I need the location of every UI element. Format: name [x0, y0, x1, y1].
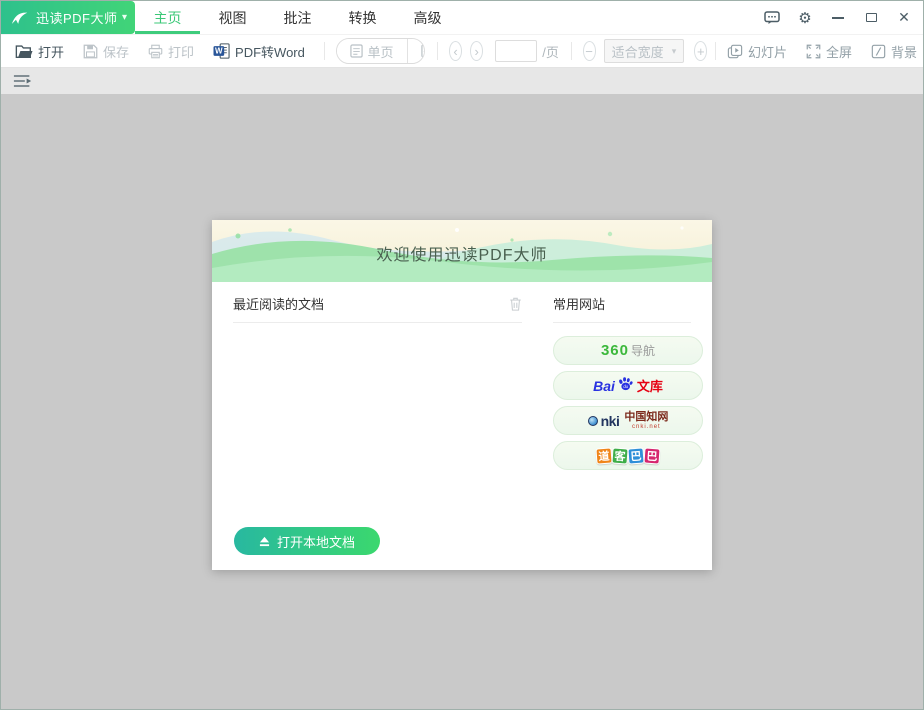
save-icon [83, 44, 98, 58]
baidu-paw-icon: du [619, 376, 633, 390]
settings-button[interactable]: ⚙ [792, 5, 818, 31]
chevron-right-icon: › [474, 43, 479, 59]
doc88-tile: 道 [595, 446, 613, 465]
app-logo-icon [11, 12, 28, 24]
site-button-cnki[interactable]: nki 中国知网 cnki.net [553, 406, 703, 435]
single-page-icon [349, 44, 363, 58]
tab-annotate[interactable]: 批注 [265, 1, 330, 34]
chevron-left-icon: ‹ [453, 43, 458, 59]
doc88-tile: 巴 [627, 446, 645, 465]
zoom-out-button[interactable]: − [582, 41, 596, 61]
plus-icon: + [696, 43, 705, 59]
maximize-button[interactable] [858, 5, 884, 31]
feedback-icon [764, 10, 780, 24]
app-title: 迅读PDF大师 [36, 11, 118, 26]
minimize-button[interactable] [825, 5, 851, 31]
common-sites-section: 常用网站 360 导航 Bai du 文库 nki 中国知网 cnki.net … [553, 294, 703, 470]
double-page-button[interactable]: 双页 [406, 39, 425, 63]
toolbar: 打开 保存 打印 W PDF转Word 单页 ‹ › /页 − 适合宽度 ▾ +… [1, 34, 923, 68]
app-menu-caret-icon: ▾ [121, 12, 127, 23]
welcome-card-header: 欢迎使用迅读PDF大师 [212, 220, 712, 282]
site-360-logo-text: 360 [600, 342, 629, 359]
recent-documents-section: 最近阅读的文档 [233, 294, 522, 323]
ribbon-tabs: 主页 视图 批注 转换 高级 [135, 1, 460, 34]
next-page-button[interactable]: › [470, 41, 484, 61]
select-caret-icon: ▾ [671, 45, 677, 56]
close-button[interactable]: ✕ [891, 5, 917, 31]
zoom-mode-select[interactable]: 适合宽度 ▾ [603, 39, 685, 63]
doc88-tile: 巴 [643, 446, 661, 465]
save-button[interactable]: 保存 [83, 42, 129, 61]
page-layout-segmented: 单页 双页 [335, 38, 426, 64]
maximize-icon [865, 13, 877, 22]
word-doc-icon: W [213, 43, 230, 59]
svg-text:du: du [623, 384, 628, 389]
pdf-to-word-button[interactable]: W PDF转Word [213, 42, 305, 61]
doc88-tile: 客 [611, 446, 629, 465]
fullscreen-icon [806, 44, 821, 58]
panel-strip [1, 68, 923, 94]
toolbar-separator [323, 42, 325, 60]
common-sites-title: 常用网站 [553, 297, 606, 312]
document-canvas: 欢迎使用迅读PDF大师 最近阅读的文档 常用网站 360 导航 Bai du 文… [1, 94, 923, 709]
cnki-logo-text: nki [600, 412, 620, 429]
open-local-document-button[interactable]: 打开本地文档 [234, 527, 380, 555]
background-icon [871, 44, 886, 58]
close-icon: ✕ [898, 9, 910, 25]
site-button-baidu-wenku[interactable]: Bai du 文库 [553, 371, 703, 400]
app-menu-button[interactable]: 迅读PDF大师 ▾ [1, 1, 135, 34]
site-button-doc88[interactable]: 道 客 巴 巴 [553, 441, 703, 470]
minimize-icon [832, 16, 844, 19]
baidu-logo-text: Bai [593, 377, 615, 394]
toolbar-separator [570, 42, 572, 60]
recent-documents-title: 最近阅读的文档 [233, 297, 325, 312]
clear-recent-trash-icon[interactable] [509, 297, 522, 311]
svg-text:W: W [215, 47, 223, 56]
folder-open-icon [15, 44, 33, 58]
page-number-input[interactable] [495, 40, 538, 62]
open-button[interactable]: 打开 [15, 42, 64, 61]
tab-convert[interactable]: 转换 [330, 1, 395, 34]
tab-advanced[interactable]: 高级 [395, 1, 460, 34]
titlebar: 迅读PDF大师 ▾ 主页 视图 批注 转换 高级 ⚙ ✕ [1, 1, 923, 34]
toolbar-separator [715, 42, 716, 60]
prev-page-button[interactable]: ‹ [449, 41, 463, 61]
page-unit-label: /页 [542, 44, 559, 60]
sidebar-toggle-icon[interactable] [13, 74, 33, 88]
tab-view[interactable]: 视图 [200, 1, 265, 34]
background-button[interactable]: 背景 [871, 42, 917, 61]
site-list: 360 导航 Bai du 文库 nki 中国知网 cnki.net 道 客 巴… [553, 336, 703, 470]
welcome-title: 欢迎使用迅读PDF大师 [376, 247, 548, 264]
cnki-globe-icon [587, 415, 598, 426]
single-page-button[interactable]: 单页 [336, 39, 407, 63]
fullscreen-button[interactable]: 全屏 [806, 42, 852, 61]
tab-home[interactable]: 主页 [135, 1, 200, 34]
double-page-icon [420, 44, 425, 58]
zoom-in-button[interactable]: + [694, 41, 708, 61]
toolbar-separator [437, 42, 438, 60]
gear-icon: ⚙ [798, 9, 812, 27]
print-button[interactable]: 打印 [148, 42, 194, 61]
minus-icon: − [585, 43, 593, 59]
welcome-card-body: 最近阅读的文档 常用网站 360 导航 Bai du 文库 nki 中国知网 c… [212, 282, 712, 570]
printer-icon [148, 44, 163, 58]
welcome-card: 欢迎使用迅读PDF大师 最近阅读的文档 常用网站 360 导航 Bai du 文… [212, 220, 712, 570]
eject-icon [259, 536, 270, 546]
window-controls: ⚙ ✕ [759, 1, 917, 34]
slideshow-button[interactable]: 幻灯片 [727, 42, 787, 61]
site-button-360[interactable]: 360 导航 [553, 336, 703, 365]
app-window: 迅读PDF大师 ▾ 主页 视图 批注 转换 高级 ⚙ ✕ 打开 保存 打印 W … [0, 0, 924, 710]
feedback-button[interactable] [759, 5, 785, 31]
slideshow-icon [727, 44, 743, 58]
